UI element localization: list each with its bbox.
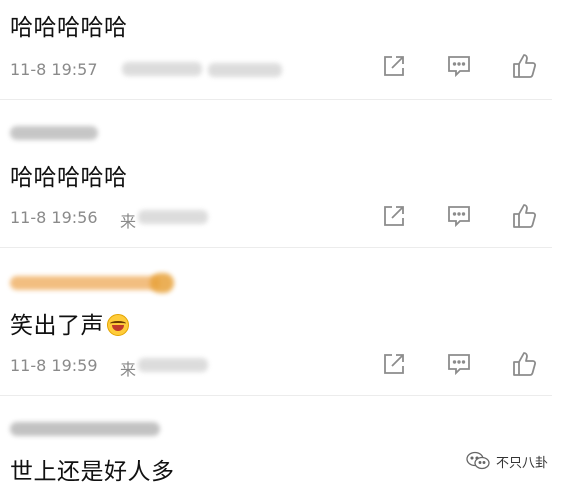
reply-button[interactable]: [445, 350, 473, 378]
share-icon: [384, 354, 404, 374]
comment-item: 笑出了声 11-8 19:59 来: [0, 248, 552, 396]
comment-text-content: 笑出了声: [10, 313, 104, 339]
share-button[interactable]: [380, 202, 408, 230]
share-button[interactable]: [380, 350, 408, 378]
comment-feed: 哈哈哈哈哈 11-8 19:57 哈哈哈哈哈 11-8 19:56 来 笑出了声…: [0, 0, 570, 484]
source-blurred: [208, 63, 282, 77]
comment-text: 世上还是好人多: [10, 459, 175, 484]
comment-source-prefix: 来: [120, 212, 137, 231]
like-button[interactable]: [510, 202, 538, 230]
comment-item: 哈哈哈哈哈 11-8 19:56 来: [0, 100, 552, 248]
watermark-text: 不只八卦: [496, 455, 549, 471]
comment-source-prefix: 来: [120, 360, 137, 379]
like-icon: [513, 54, 537, 78]
like-icon: [513, 352, 537, 376]
like-button[interactable]: [510, 52, 538, 80]
like-icon: [513, 204, 537, 228]
comment-icon: [448, 354, 470, 376]
comment-text: 哈哈哈哈哈: [10, 15, 128, 41]
share-icon: [384, 206, 404, 226]
comment-time: 11-8 19:59: [10, 356, 98, 375]
watermark: 不只八卦: [466, 450, 548, 472]
comment-icon: [448, 206, 470, 228]
reply-button[interactable]: [445, 202, 473, 230]
share-button[interactable]: [380, 52, 408, 80]
wechat-icon: [466, 451, 490, 470]
username-badge-blurred: [150, 273, 174, 293]
source-blurred: [138, 210, 208, 224]
username-blurred: [10, 126, 98, 140]
username-blurred: [10, 276, 160, 290]
like-button[interactable]: [510, 350, 538, 378]
comment-text: 哈哈哈哈哈: [10, 165, 128, 191]
comment-time: 11-8 19:56: [10, 208, 98, 227]
comment-item: 哈哈哈哈哈 11-8 19:57: [0, 0, 552, 100]
source-blurred: [138, 358, 208, 372]
share-icon: [384, 56, 404, 76]
comment-time: 11-8 19:57: [10, 60, 98, 79]
laughing-crying-emoji-icon: [107, 314, 129, 336]
comment-text: 笑出了声: [10, 306, 129, 340]
reply-button[interactable]: [445, 52, 473, 80]
source-blurred: [122, 62, 202, 76]
comment-icon: [448, 56, 470, 78]
username-blurred: [10, 422, 160, 436]
